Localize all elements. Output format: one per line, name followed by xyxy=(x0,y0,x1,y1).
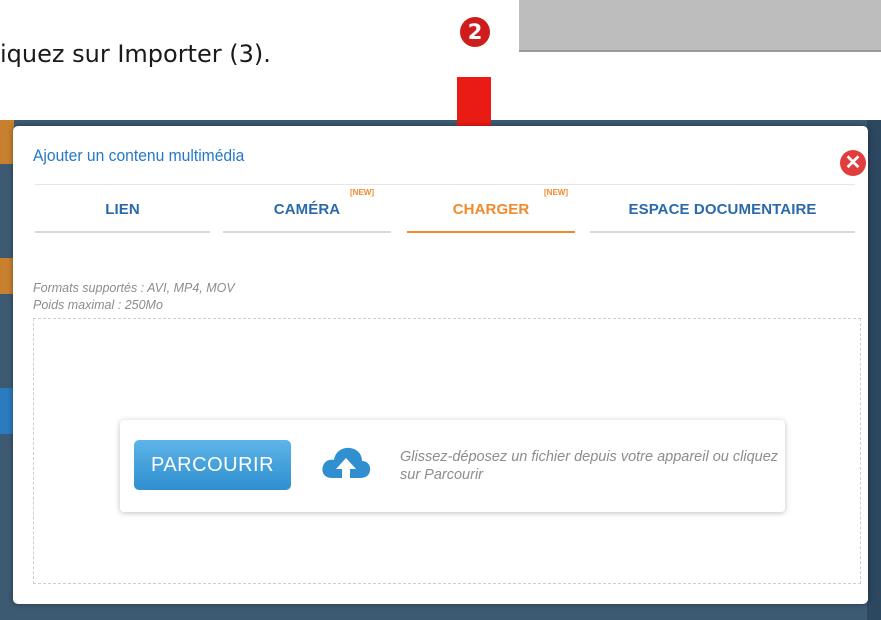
tab-underline xyxy=(407,231,575,233)
tab-lien[interactable]: LIEN xyxy=(35,185,210,233)
tab-underline xyxy=(590,231,855,233)
instruction-text: iquez sur Importer (3). xyxy=(0,40,271,68)
step-number-badge: 2 xyxy=(460,17,490,47)
close-button[interactable]: ✕ xyxy=(840,150,866,176)
max-weight-text: Poids maximal : 250Mo xyxy=(33,298,163,312)
browse-button[interactable]: PARCOURIR xyxy=(134,440,291,490)
supported-formats-text: Formats supportés : AVI, MP4, MOV xyxy=(33,281,235,295)
tab-label: ESPACE DOCUMENTAIRE xyxy=(628,201,817,218)
tab-charger[interactable]: CHARGER [NEW] xyxy=(407,185,575,233)
new-badge: [NEW] xyxy=(544,188,568,197)
toolbar-strip xyxy=(519,0,881,52)
background-edge xyxy=(867,120,881,620)
upload-constraints: Formats supportés : AVI, MP4, MOV Poids … xyxy=(33,280,235,314)
tab-underline xyxy=(35,231,210,233)
background-block xyxy=(0,120,14,164)
tab-label: CHARGER xyxy=(452,201,530,218)
tab-camera[interactable]: CAMÉRA [NEW] xyxy=(223,185,391,233)
tab-underline xyxy=(223,231,391,233)
drag-drop-hint: Glissez-déposez un fichier depuis votre … xyxy=(400,449,779,483)
cloud-upload-icon xyxy=(322,447,371,484)
tab-espace-documentaire[interactable]: ESPACE DOCUMENTAIRE xyxy=(590,185,855,233)
new-badge: [NEW] xyxy=(350,188,374,197)
add-media-dialog: Ajouter un contenu multimédia ✕ LIEN CAM… xyxy=(13,126,868,604)
tab-label: LIEN xyxy=(105,201,140,218)
dialog-title: Ajouter un contenu multimédia xyxy=(33,146,245,165)
upload-panel: PARCOURIR Glissez-déposez un fichier dep… xyxy=(120,420,785,512)
background-block xyxy=(0,258,14,294)
tab-label: CAMÉRA xyxy=(273,201,341,218)
tab-bar: LIEN CAMÉRA [NEW] CHARGER [NEW] ESPACE D… xyxy=(35,184,855,235)
background-block xyxy=(0,388,14,434)
